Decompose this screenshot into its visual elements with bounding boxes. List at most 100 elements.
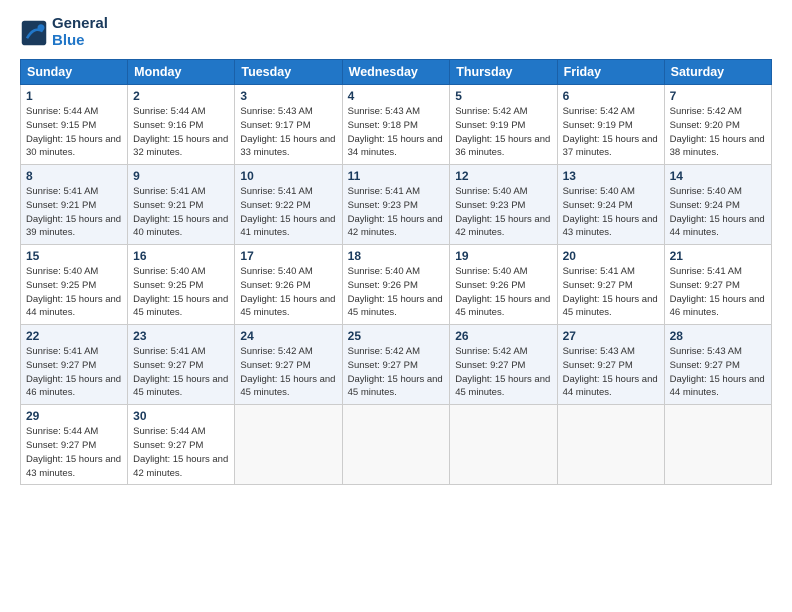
sunset-label: Sunset: 9:18 PM (348, 120, 418, 131)
table-row: 15 Sunrise: 5:40 AM Sunset: 9:25 PM Dayl… (21, 245, 128, 325)
sunrise-label: Sunrise: 5:43 AM (348, 106, 420, 117)
sunrise-label: Sunrise: 5:41 AM (563, 266, 635, 277)
day-info: Sunrise: 5:42 AM Sunset: 9:19 PM Dayligh… (563, 105, 659, 160)
sunset-label: Sunset: 9:26 PM (455, 280, 525, 291)
day-info: Sunrise: 5:43 AM Sunset: 9:27 PM Dayligh… (563, 345, 659, 400)
daylight-label: Daylight: 15 hours and 34 minutes. (348, 134, 443, 159)
day-info: Sunrise: 5:41 AM Sunset: 9:21 PM Dayligh… (133, 185, 229, 240)
day-number: 28 (670, 329, 766, 343)
sunset-label: Sunset: 9:24 PM (670, 200, 740, 211)
day-number: 1 (26, 89, 122, 103)
sunrise-label: Sunrise: 5:42 AM (670, 106, 742, 117)
day-info: Sunrise: 5:42 AM Sunset: 9:27 PM Dayligh… (455, 345, 551, 400)
table-row (557, 405, 664, 485)
table-row: 8 Sunrise: 5:41 AM Sunset: 9:21 PM Dayli… (21, 165, 128, 245)
calendar-week-row: 8 Sunrise: 5:41 AM Sunset: 9:21 PM Dayli… (21, 165, 772, 245)
day-info: Sunrise: 5:41 AM Sunset: 9:27 PM Dayligh… (670, 265, 766, 320)
day-number: 6 (563, 89, 659, 103)
day-number: 21 (670, 249, 766, 263)
day-number: 24 (240, 329, 336, 343)
table-row: 21 Sunrise: 5:41 AM Sunset: 9:27 PM Dayl… (664, 245, 771, 325)
day-number: 4 (348, 89, 445, 103)
daylight-label: Daylight: 15 hours and 44 minutes. (26, 294, 121, 319)
sunset-label: Sunset: 9:27 PM (670, 280, 740, 291)
table-row: 3 Sunrise: 5:43 AM Sunset: 9:17 PM Dayli… (235, 85, 342, 165)
table-row: 25 Sunrise: 5:42 AM Sunset: 9:27 PM Dayl… (342, 325, 450, 405)
day-info: Sunrise: 5:40 AM Sunset: 9:24 PM Dayligh… (670, 185, 766, 240)
day-info: Sunrise: 5:40 AM Sunset: 9:24 PM Dayligh… (563, 185, 659, 240)
sunset-label: Sunset: 9:17 PM (240, 120, 310, 131)
sunrise-label: Sunrise: 5:40 AM (563, 186, 635, 197)
sunset-label: Sunset: 9:27 PM (26, 360, 96, 371)
table-row (664, 405, 771, 485)
calendar: Sunday Monday Tuesday Wednesday Thursday… (20, 59, 772, 485)
daylight-label: Daylight: 15 hours and 30 minutes. (26, 134, 121, 159)
daylight-label: Daylight: 15 hours and 42 minutes. (348, 214, 443, 239)
daylight-label: Daylight: 15 hours and 45 minutes. (133, 374, 228, 399)
sunset-label: Sunset: 9:21 PM (26, 200, 96, 211)
table-row: 27 Sunrise: 5:43 AM Sunset: 9:27 PM Dayl… (557, 325, 664, 405)
day-number: 26 (455, 329, 551, 343)
day-info: Sunrise: 5:40 AM Sunset: 9:26 PM Dayligh… (240, 265, 336, 320)
sunrise-label: Sunrise: 5:41 AM (240, 186, 312, 197)
day-number: 5 (455, 89, 551, 103)
table-row: 7 Sunrise: 5:42 AM Sunset: 9:20 PM Dayli… (664, 85, 771, 165)
sunrise-label: Sunrise: 5:41 AM (133, 186, 205, 197)
calendar-week-row: 22 Sunrise: 5:41 AM Sunset: 9:27 PM Dayl… (21, 325, 772, 405)
sunrise-label: Sunrise: 5:40 AM (670, 186, 742, 197)
sunrise-label: Sunrise: 5:43 AM (670, 346, 742, 357)
daylight-label: Daylight: 15 hours and 46 minutes. (26, 374, 121, 399)
sunrise-label: Sunrise: 5:43 AM (563, 346, 635, 357)
sunset-label: Sunset: 9:27 PM (348, 360, 418, 371)
daylight-label: Daylight: 15 hours and 42 minutes. (133, 454, 228, 479)
sunset-label: Sunset: 9:27 PM (26, 440, 96, 451)
day-info: Sunrise: 5:44 AM Sunset: 9:16 PM Dayligh… (133, 105, 229, 160)
daylight-label: Daylight: 15 hours and 45 minutes. (240, 374, 335, 399)
calendar-week-row: 1 Sunrise: 5:44 AM Sunset: 9:15 PM Dayli… (21, 85, 772, 165)
sunrise-label: Sunrise: 5:40 AM (348, 266, 420, 277)
daylight-label: Daylight: 15 hours and 33 minutes. (240, 134, 335, 159)
sunrise-label: Sunrise: 5:42 AM (240, 346, 312, 357)
calendar-week-row: 15 Sunrise: 5:40 AM Sunset: 9:25 PM Dayl… (21, 245, 772, 325)
logo-icon (20, 19, 48, 47)
daylight-label: Daylight: 15 hours and 42 minutes. (455, 214, 550, 239)
sunset-label: Sunset: 9:27 PM (133, 360, 203, 371)
table-row: 14 Sunrise: 5:40 AM Sunset: 9:24 PM Dayl… (664, 165, 771, 245)
table-row: 19 Sunrise: 5:40 AM Sunset: 9:26 PM Dayl… (450, 245, 557, 325)
sunset-label: Sunset: 9:23 PM (455, 200, 525, 211)
sunrise-label: Sunrise: 5:41 AM (348, 186, 420, 197)
day-info: Sunrise: 5:44 AM Sunset: 9:27 PM Dayligh… (133, 425, 229, 480)
table-row: 22 Sunrise: 5:41 AM Sunset: 9:27 PM Dayl… (21, 325, 128, 405)
daylight-label: Daylight: 15 hours and 43 minutes. (563, 214, 658, 239)
table-row: 28 Sunrise: 5:43 AM Sunset: 9:27 PM Dayl… (664, 325, 771, 405)
daylight-label: Daylight: 15 hours and 44 minutes. (670, 214, 765, 239)
col-tuesday: Tuesday (235, 60, 342, 85)
daylight-label: Daylight: 15 hours and 45 minutes. (348, 374, 443, 399)
page: General Blue Sunday Monday Tuesday Wedne… (0, 0, 792, 612)
sunrise-label: Sunrise: 5:40 AM (240, 266, 312, 277)
table-row: 18 Sunrise: 5:40 AM Sunset: 9:26 PM Dayl… (342, 245, 450, 325)
table-row: 24 Sunrise: 5:42 AM Sunset: 9:27 PM Dayl… (235, 325, 342, 405)
day-number: 20 (563, 249, 659, 263)
sunrise-label: Sunrise: 5:42 AM (455, 346, 527, 357)
table-row (342, 405, 450, 485)
header: General Blue (20, 16, 772, 49)
sunrise-label: Sunrise: 5:44 AM (26, 426, 98, 437)
table-row: 1 Sunrise: 5:44 AM Sunset: 9:15 PM Dayli… (21, 85, 128, 165)
sunset-label: Sunset: 9:19 PM (455, 120, 525, 131)
day-number: 8 (26, 169, 122, 183)
day-info: Sunrise: 5:42 AM Sunset: 9:27 PM Dayligh… (348, 345, 445, 400)
sunset-label: Sunset: 9:25 PM (133, 280, 203, 291)
col-friday: Friday (557, 60, 664, 85)
day-number: 16 (133, 249, 229, 263)
day-number: 10 (240, 169, 336, 183)
day-info: Sunrise: 5:41 AM Sunset: 9:27 PM Dayligh… (133, 345, 229, 400)
day-number: 2 (133, 89, 229, 103)
day-info: Sunrise: 5:43 AM Sunset: 9:18 PM Dayligh… (348, 105, 445, 160)
table-row: 5 Sunrise: 5:42 AM Sunset: 9:19 PM Dayli… (450, 85, 557, 165)
sunset-label: Sunset: 9:15 PM (26, 120, 96, 131)
daylight-label: Daylight: 15 hours and 36 minutes. (455, 134, 550, 159)
sunset-label: Sunset: 9:27 PM (563, 360, 633, 371)
sunrise-label: Sunrise: 5:41 AM (670, 266, 742, 277)
table-row: 29 Sunrise: 5:44 AM Sunset: 9:27 PM Dayl… (21, 405, 128, 485)
